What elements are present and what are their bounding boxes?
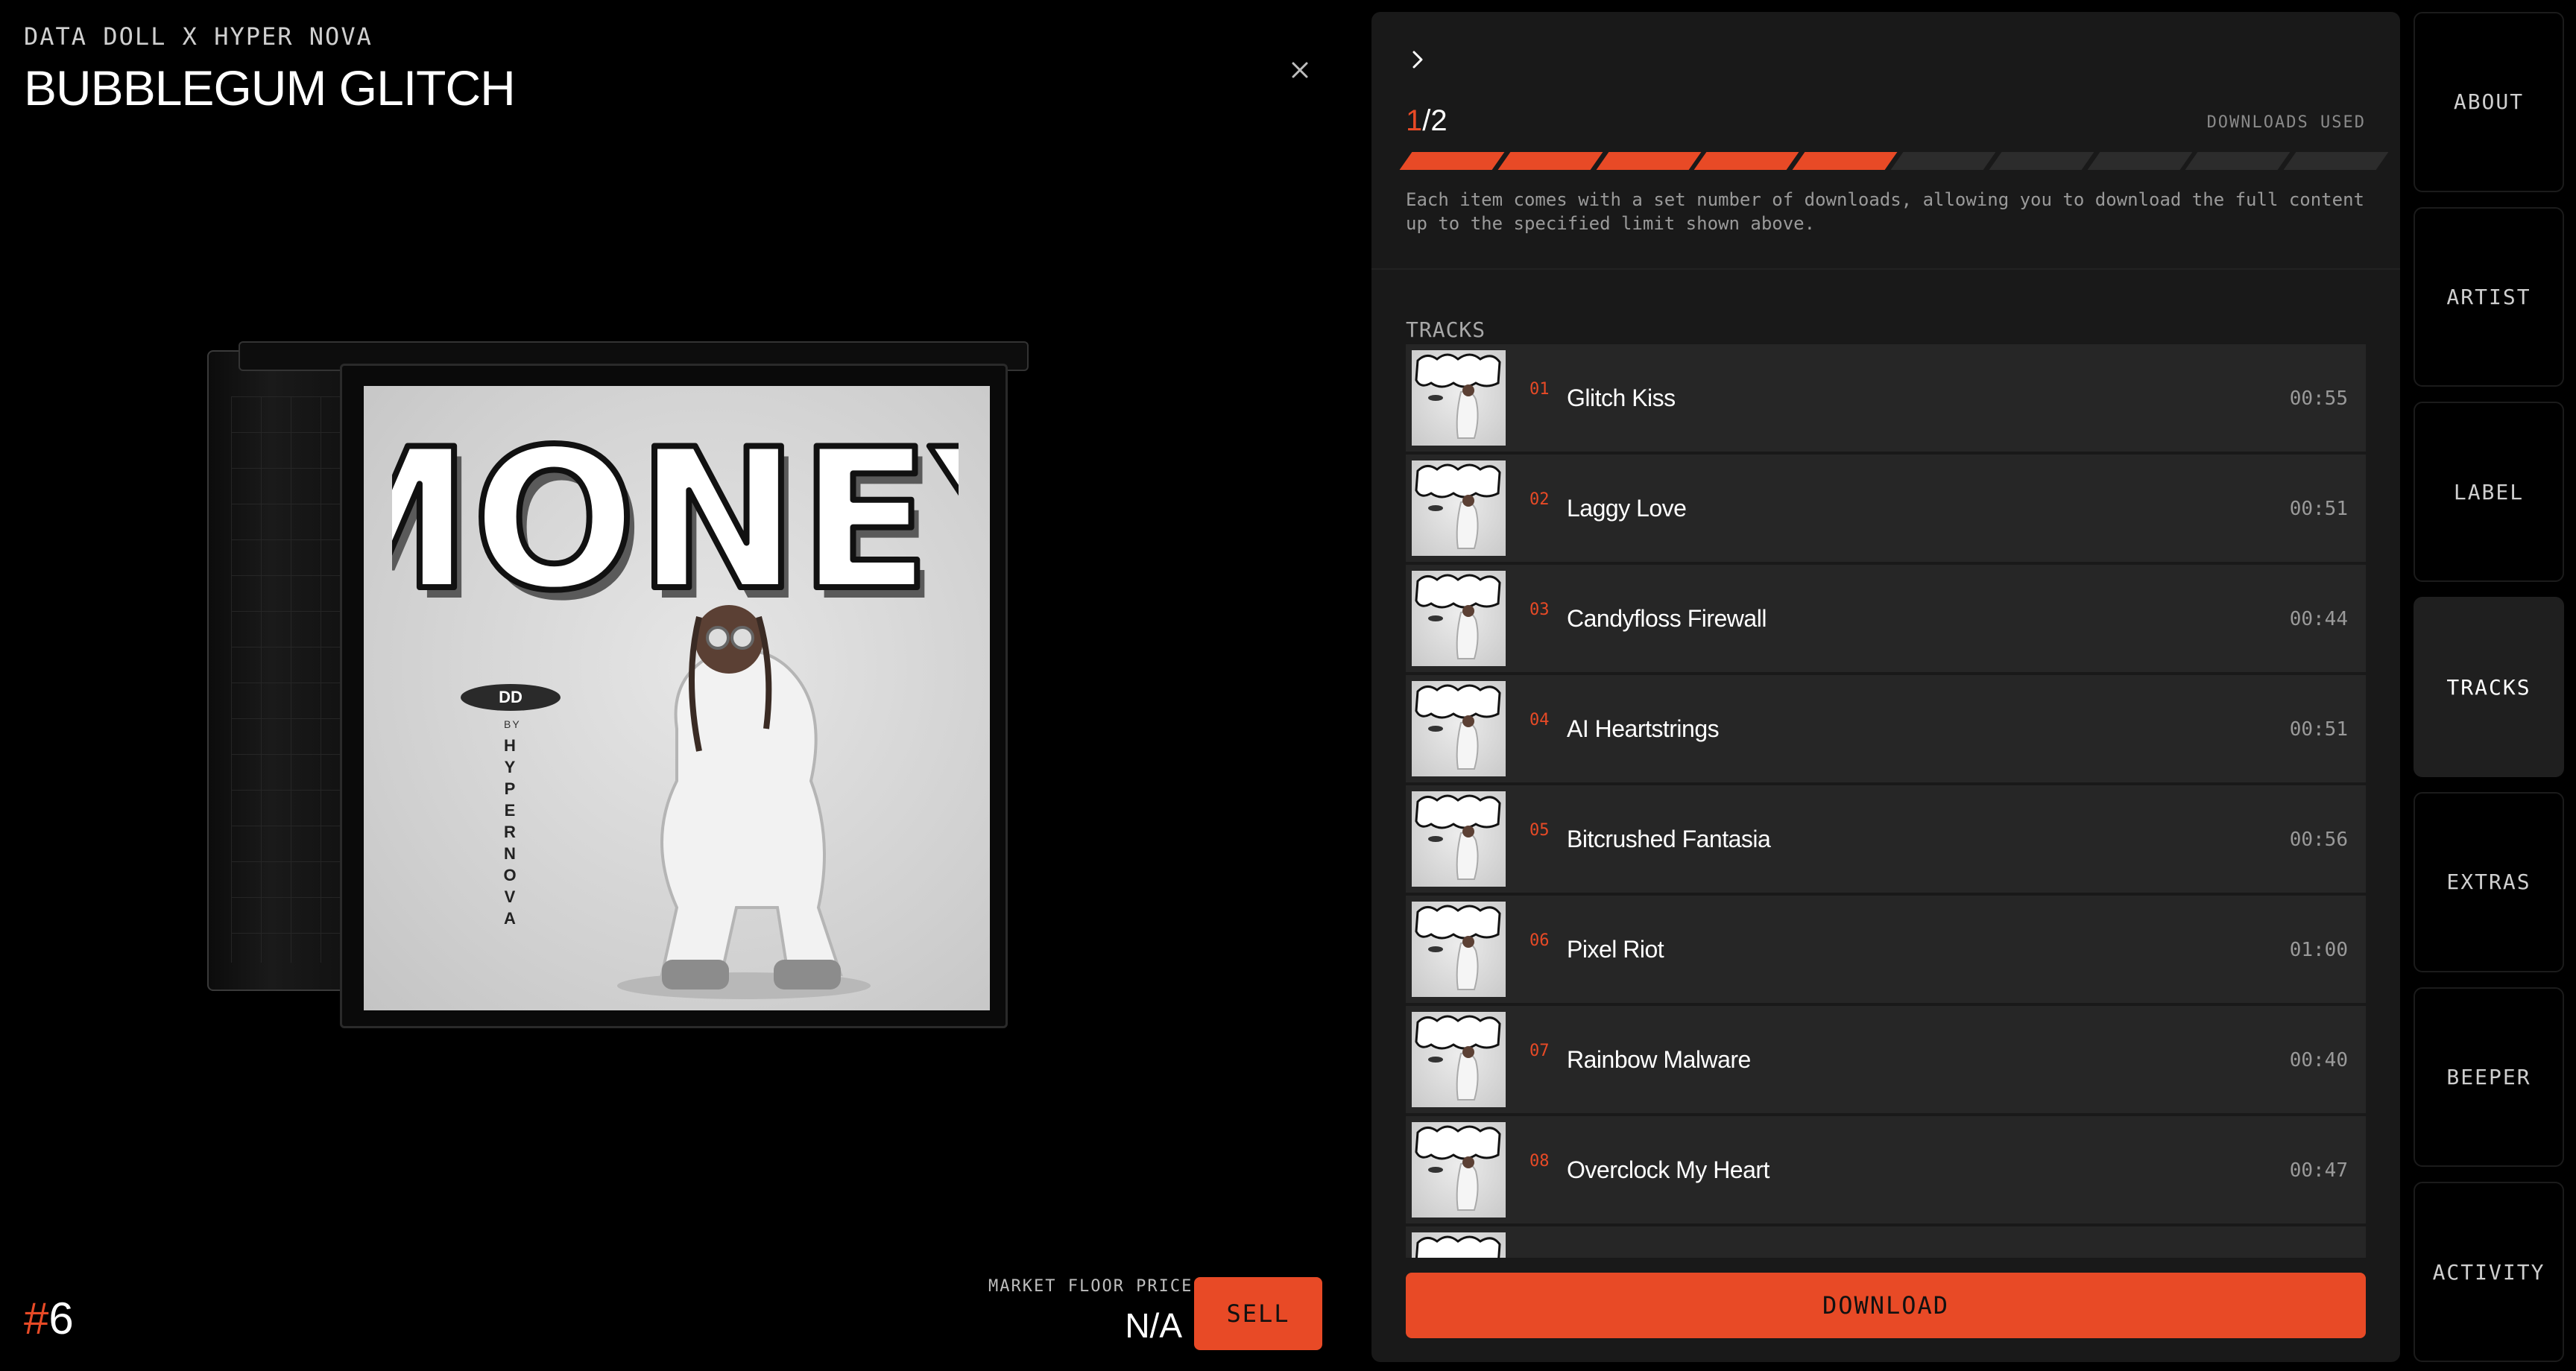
- sell-button[interactable]: SELL: [1194, 1277, 1322, 1350]
- track-name: Bitcrushed Fantasia: [1567, 826, 1771, 852]
- cover-thumbnail-art: [1415, 353, 1501, 439]
- track-duration: 00:51: [2289, 718, 2348, 741]
- track-number: 08: [1530, 1152, 1550, 1171]
- track-name: Overclock My Heart: [1567, 1156, 1770, 1183]
- track-name: Glitch Kiss: [1567, 384, 1676, 411]
- track-row-partial[interactable]: [1406, 1226, 2366, 1258]
- track-name: Pixel Riot: [1567, 936, 1664, 963]
- nav-item-beeper[interactable]: BEEPER: [2414, 987, 2564, 1168]
- track-duration: 01:00: [2289, 939, 2348, 961]
- track-row[interactable]: 07 Rainbow Malware 00:40: [1406, 1006, 2366, 1113]
- collapse-panel-button[interactable]: [1403, 45, 1433, 75]
- track-duration: 00:40: [2289, 1049, 2348, 1071]
- progress-segment-filled: [1596, 152, 1701, 170]
- track-row[interactable]: 05 Bitcrushed Fantasia 00:56: [1406, 785, 2366, 893]
- progress-segment-filled: [1693, 152, 1799, 170]
- track-duration: 00:44: [2289, 608, 2348, 630]
- close-icon: [1292, 62, 1308, 78]
- track-name: AI Heartstrings: [1567, 715, 1720, 742]
- track-thumbnail: [1412, 460, 1506, 556]
- nav-item-label[interactable]: LABEL: [2414, 402, 2564, 583]
- track-list[interactable]: 01 Glitch Kiss 00:55 02 Laggy Love 00:51…: [1406, 344, 2366, 1258]
- tracks-panel: 1/2 DOWNLOADS USED Each item comes with …: [1371, 12, 2400, 1362]
- artist-figure-illustration: [617, 605, 871, 999]
- track-duration: 00:47: [2289, 1159, 2348, 1182]
- track-name: Laggy Love: [1567, 495, 1687, 522]
- track-number: 01: [1530, 380, 1550, 399]
- track-duration: 00:51: [2289, 498, 2348, 520]
- progress-segment-empty: [1989, 152, 2094, 170]
- track-thumbnail: [1412, 1122, 1506, 1218]
- track-number: 04: [1530, 711, 1550, 729]
- album-title: BUBBLEGUM GLITCH: [24, 60, 516, 115]
- track-name: Rainbow Malware: [1567, 1046, 1751, 1073]
- progress-segment-filled: [1399, 152, 1505, 170]
- progress-segment-filled: [1497, 152, 1603, 170]
- downloads-count: 1/2: [1406, 104, 1448, 137]
- by-label: BY: [504, 718, 521, 730]
- progress-segment-empty: [1890, 152, 1996, 170]
- progress-segment-filled: [1792, 152, 1898, 170]
- track-row[interactable]: 04 AI Heartstrings 00:51: [1406, 675, 2366, 782]
- collection-name: DATA DOLL X HYPER NOVA: [24, 22, 373, 51]
- track-number: 06: [1530, 931, 1550, 950]
- record-device: MONEY MONEY DD BY HYPERNOVA: [201, 341, 1029, 1034]
- album-stage: DATA DOLL X HYPER NOVA BUBBLEGUM GLITCH …: [0, 0, 1349, 1371]
- track-thumbnail: [1412, 1232, 1506, 1258]
- downloads-used-label: DOWNLOADS USED: [2206, 113, 2366, 132]
- track-duration: 00:56: [2289, 829, 2348, 851]
- nav-item-about[interactable]: ABOUT: [2414, 12, 2564, 192]
- chevron-right-icon: [1412, 51, 1423, 69]
- track-thumbnail: [1412, 571, 1506, 666]
- dd-badge: DD: [461, 684, 561, 711]
- cover-thumbnail-art: [1415, 794, 1501, 880]
- track-number: 03: [1530, 601, 1550, 619]
- cover-thumbnail-art: [1415, 574, 1501, 659]
- track-thumbnail: [1412, 681, 1506, 776]
- track-duration: 00:55: [2289, 387, 2348, 410]
- section-nav: ABOUT ARTIST LABEL TRACKS EXTRAS BEEPER …: [2414, 12, 2564, 1363]
- nav-item-artist[interactable]: ARTIST: [2414, 206, 2564, 387]
- cover-thumbnail-art: [1415, 463, 1501, 549]
- downloads-progress-bar: [1399, 152, 2389, 170]
- cover-artist-name: HYPERNOVA: [503, 736, 517, 928]
- nav-item-extras[interactable]: EXTRAS: [2414, 791, 2564, 972]
- progress-segment-empty: [2087, 152, 2192, 170]
- nav-item-tracks[interactable]: TRACKS: [2414, 597, 2564, 777]
- divider: [1371, 268, 2400, 270]
- track-row[interactable]: 08 Overclock My Heart 00:47: [1406, 1116, 2366, 1223]
- tracks-heading: TRACKS: [1406, 317, 1486, 342]
- close-button[interactable]: [1282, 52, 1318, 88]
- track-thumbnail: [1412, 902, 1506, 997]
- track-number: 07: [1530, 1042, 1550, 1060]
- track-thumbnail: [1412, 1012, 1506, 1107]
- downloads-description: Each item comes with a set number of dow…: [1406, 189, 2364, 234]
- nav-item-activity[interactable]: ACTIVITY: [2414, 1182, 2564, 1363]
- track-thumbnail: [1412, 350, 1506, 446]
- cover-thumbnail-art: [1415, 1235, 1501, 1258]
- album-cover-art: MONEY MONEY DD BY HYPERNOVA: [364, 386, 990, 1010]
- track-row[interactable]: 03 Candyfloss Firewall 00:44: [1406, 565, 2366, 672]
- market-floor-price-value: N/A: [1125, 1306, 1182, 1345]
- track-name: Candyfloss Firewall: [1567, 605, 1767, 632]
- download-button[interactable]: DOWNLOAD: [1406, 1273, 2366, 1338]
- track-number: 05: [1530, 821, 1550, 840]
- cover-thumbnail-art: [1415, 905, 1501, 990]
- cover-thumbnail-art: [1415, 684, 1501, 770]
- cover-thumbnail-art: [1415, 1015, 1501, 1101]
- token-number: #6: [24, 1294, 74, 1343]
- track-row[interactable]: 02 Laggy Love 00:51: [1406, 455, 2366, 562]
- market-floor-price-label: MARKET FLOOR PRICE: [988, 1277, 1193, 1296]
- progress-segment-empty: [2283, 152, 2389, 170]
- cover-thumbnail-art: [1415, 1125, 1501, 1211]
- progress-segment-empty: [2185, 152, 2291, 170]
- track-thumbnail: [1412, 791, 1506, 887]
- track-number: 02: [1530, 490, 1550, 509]
- track-row[interactable]: 01 Glitch Kiss 00:55: [1406, 344, 2366, 452]
- track-row[interactable]: 06 Pixel Riot 01:00: [1406, 896, 2366, 1003]
